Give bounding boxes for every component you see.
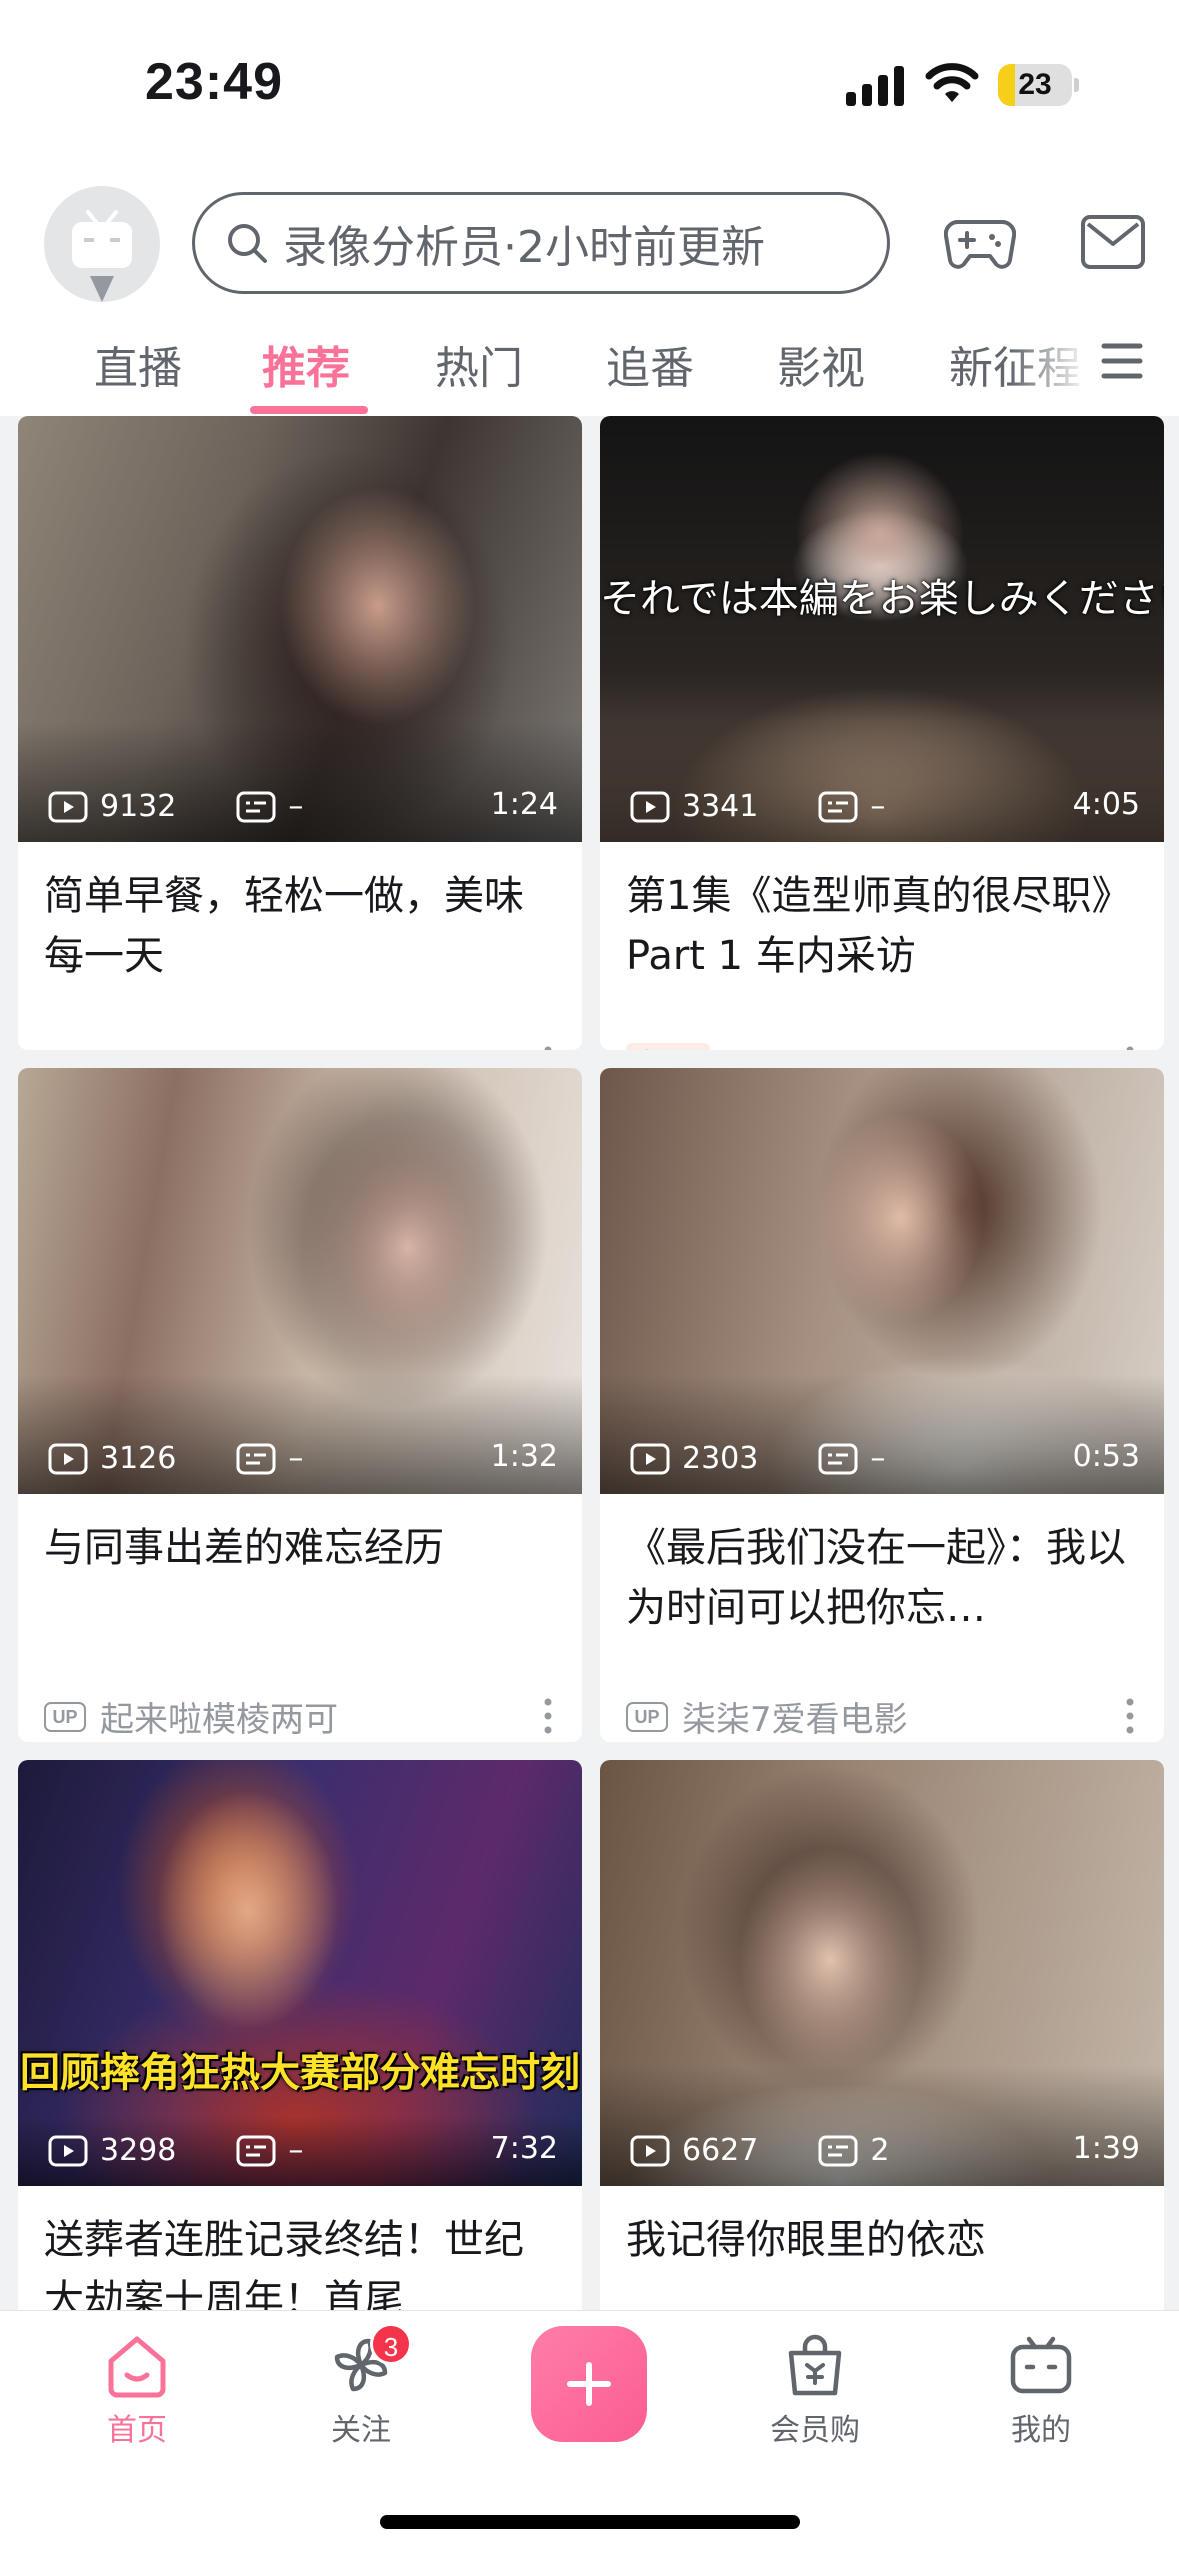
status-bar: 23:49 23 [0, 0, 1179, 170]
view-count: 2303 [682, 1441, 759, 1476]
plus-icon [567, 2362, 611, 2406]
nav-follow-label: 关注 [331, 2413, 391, 2448]
play-icon [48, 791, 88, 822]
play-icon [630, 791, 670, 822]
nav-home-label: 首页 [107, 2413, 167, 2448]
danmaku-icon [818, 791, 858, 822]
video-thumbnail[interactable]: 9132 – 1:24 [18, 416, 582, 842]
view-count: 3126 [100, 1441, 177, 1476]
video-title[interactable]: 简单早餐，轻松一做，美味每一天 [44, 866, 556, 986]
author-name[interactable]: 舞香影视 [100, 1040, 236, 1050]
search-icon [228, 224, 267, 263]
video-thumbnail[interactable]: 2303 – 0:53 [600, 1068, 1164, 1494]
home-icon [108, 2336, 166, 2398]
video-card[interactable]: 3126 – 1:32 与同事出差的难忘经历 UP 起来啦模棱两可 [18, 1068, 582, 1742]
danmaku-count: – [288, 789, 304, 824]
nav-shop-label: 会员购 [770, 2413, 860, 2448]
play-icon [48, 2135, 88, 2166]
video-title[interactable]: 送葬者连胜记录终结！世纪大劫案十周年！首尾 [44, 2210, 556, 2310]
view-count: 6627 [682, 2133, 759, 2168]
duration: 1:39 [1072, 2131, 1140, 2166]
nav-shop[interactable]: 会员购 [740, 2329, 890, 2449]
video-feed: 9132 – 1:24 简单早餐，轻松一做，美味每一天 UP 舞香影视 それでは… [0, 416, 1179, 2310]
tv-icon [1010, 2336, 1072, 2394]
danmaku-count: – [870, 789, 886, 824]
nav-home[interactable]: 首页 [62, 2329, 212, 2449]
battery-percent: 23 [1018, 68, 1052, 101]
duration: 0:53 [1072, 1439, 1140, 1474]
tab-film-tv[interactable]: 影视 [777, 332, 865, 396]
video-card[interactable]: それでは本編をお楽しみください 3341 – 4:05 第1集《造型师真的很尽职… [600, 416, 1164, 1050]
search-placeholder: 录像分析员·2小时前更新 [283, 222, 765, 273]
duration: 1:32 [490, 1439, 558, 1474]
video-thumbnail[interactable]: 回顾摔角狂热大赛部分难忘时刻 3298 – 7:32 [18, 1760, 582, 2186]
danmaku-icon [818, 1443, 858, 1474]
up-badge: UP [44, 1701, 86, 1732]
danmaku-icon [818, 2135, 858, 2166]
play-icon [630, 2135, 670, 2166]
video-title[interactable]: 与同事出差的难忘经历 [44, 1518, 556, 1578]
game-controller-icon[interactable] [944, 210, 1016, 274]
more-icon[interactable] [542, 1044, 554, 1050]
up-badge: UP [44, 1049, 86, 1050]
publish-button[interactable] [531, 2326, 647, 2442]
nav-follow[interactable]: 3 关注 [286, 2323, 436, 2449]
video-title[interactable]: 《最后我们没在一起》：我以为时间可以把你忘… [626, 1518, 1138, 1638]
danmaku-count: – [288, 2133, 304, 2168]
follow-badge: 3 [370, 2323, 412, 2365]
nav-mine[interactable]: 我的 [966, 2329, 1116, 2449]
author-name[interactable]: 藝術品鑒賞 [724, 1040, 894, 1050]
more-icon[interactable] [542, 1696, 554, 1736]
vertical-video-badge: 竖屏 [626, 1042, 711, 1050]
video-card[interactable]: 回顾摔角狂热大赛部分难忘时刻 3298 – 7:32 送葬者连胜记录终结！世纪大… [18, 1760, 582, 2310]
duration: 1:24 [490, 787, 558, 822]
view-count: 9132 [100, 789, 177, 824]
video-thumbnail[interactable]: それでは本編をお楽しみください 3341 – 4:05 [600, 416, 1164, 842]
video-card[interactable]: 6627 2 1:39 我记得你眼里的依恋 [600, 1760, 1164, 2310]
tab-recommend[interactable]: 推荐 [262, 332, 350, 396]
mail-icon[interactable] [1080, 214, 1146, 270]
nav-mine-label: 我的 [1011, 2413, 1071, 2448]
thumbnail-caption: それでは本編をお楽しみください [600, 576, 1164, 622]
play-icon [630, 1443, 670, 1474]
danmaku-count: 2 [870, 2133, 890, 2168]
danmaku-count: – [870, 1441, 886, 1476]
active-tab-indicator [250, 406, 368, 414]
view-count: 3298 [100, 2133, 177, 2168]
thumbnail-banner: 回顾摔角狂热大赛部分难忘时刻 [20, 2050, 580, 2096]
video-card[interactable]: 2303 – 0:53 《最后我们没在一起》：我以为时间可以把你忘… UP 柒柒… [600, 1068, 1164, 1742]
tab-hot[interactable]: 热门 [435, 332, 523, 396]
author-name[interactable]: 柒柒7爱看电影 [682, 1692, 908, 1741]
view-count: 3341 [682, 789, 759, 824]
search-input[interactable]: 录像分析员·2小时前更新 [192, 192, 890, 294]
more-icon[interactable] [1124, 1044, 1136, 1050]
wifi-icon [925, 63, 979, 102]
danmaku-icon [236, 2135, 276, 2166]
video-title[interactable]: 第1集《造型师真的很尽职》Part 1 车内采访 [626, 866, 1138, 986]
danmaku-icon [236, 791, 276, 822]
signal-icon [846, 66, 904, 106]
duration: 4:05 [1072, 787, 1140, 822]
shopping-bag-icon [788, 2334, 842, 2396]
channel-tabs: 直播 推荐 热门 追番 影视 新征程 [0, 320, 1179, 416]
video-thumbnail[interactable]: 3126 – 1:32 [18, 1068, 582, 1494]
danmaku-count: – [288, 1441, 304, 1476]
up-badge: UP [626, 1701, 668, 1732]
more-icon[interactable] [1124, 1696, 1136, 1736]
danmaku-icon [236, 1443, 276, 1474]
avatar[interactable] [44, 186, 160, 302]
video-card[interactable]: 9132 – 1:24 简单早餐，轻松一做，美味每一天 UP 舞香影视 [18, 416, 582, 1050]
video-thumbnail[interactable]: 6627 2 1:39 [600, 1760, 1164, 2186]
tab-live[interactable]: 直播 [94, 332, 182, 396]
tv-mascot-icon [72, 210, 132, 302]
video-title[interactable]: 我记得你眼里的依恋 [626, 2210, 1138, 2270]
home-indicator[interactable] [380, 2515, 800, 2529]
status-time: 23:49 [145, 53, 283, 111]
duration: 7:32 [490, 2131, 558, 2166]
menu-icon[interactable] [1100, 340, 1144, 382]
author-name[interactable]: 起来啦模棱两可 [100, 1692, 338, 1741]
tab-anime[interactable]: 追番 [606, 332, 694, 396]
play-icon [48, 1443, 88, 1474]
battery-icon: 23 [998, 64, 1079, 106]
